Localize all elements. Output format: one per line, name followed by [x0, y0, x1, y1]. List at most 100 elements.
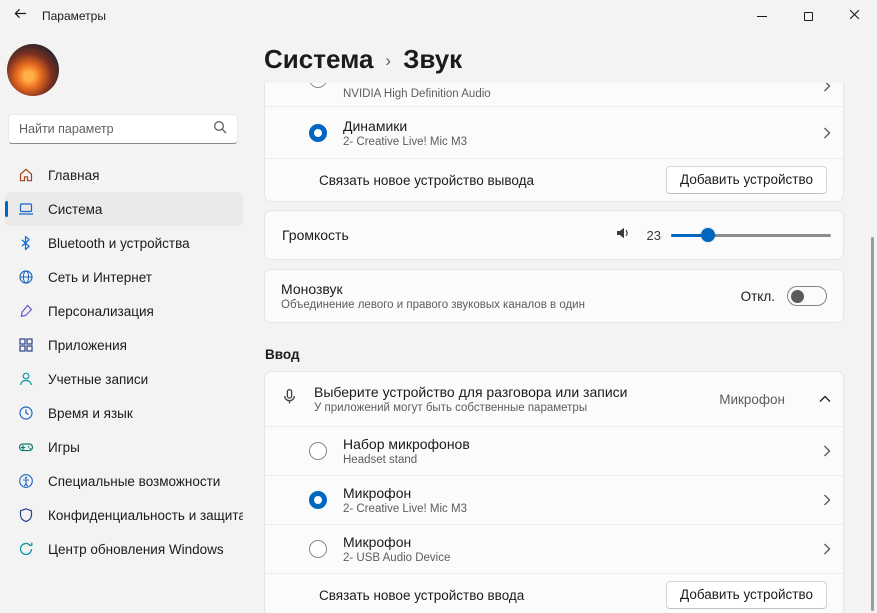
accounts-icon	[17, 371, 34, 388]
sidebar-item-label: Персонализация	[48, 304, 154, 319]
page-title: Звук	[403, 44, 462, 75]
sidebar-item-gaming[interactable]: Игры	[5, 430, 243, 464]
sidebar-nav: Главная Система Bluetooth и устройства С…	[0, 158, 248, 566]
sidebar-item-bluetooth[interactable]: Bluetooth и устройства	[5, 226, 243, 260]
mono-audio-row: Монозвук Объединение левого и правого зв…	[265, 270, 843, 322]
vertical-scrollbar-thumb[interactable]	[871, 237, 874, 611]
radio-button[interactable]	[309, 491, 327, 509]
bluetooth-icon	[17, 235, 34, 252]
output-device-row-partial[interactable]: NVIDIA High Definition Audio	[265, 83, 843, 106]
pair-input-device-row: Связать новое устройство ввода Добавить …	[265, 573, 843, 613]
volume-slider[interactable]	[671, 226, 831, 244]
sidebar-item-label: Система	[48, 202, 102, 217]
chevron-right-icon[interactable]	[823, 543, 831, 555]
radio-button[interactable]	[309, 540, 327, 558]
volume-slider-thumb[interactable]	[701, 228, 715, 242]
sidebar-item-label: Учетные записи	[48, 372, 148, 387]
chevron-up-icon[interactable]	[819, 395, 831, 403]
maximize-icon	[804, 12, 813, 21]
pair-output-label: Связать новое устройство вывода	[319, 173, 666, 188]
pair-input-label: Связать новое устройство ввода	[319, 588, 666, 603]
personalization-icon	[17, 303, 34, 320]
chevron-right-icon[interactable]	[823, 83, 831, 92]
input-device-row-creative-mic[interactable]: Микрофон 2- Creative Live! Mic M3	[265, 475, 843, 524]
toggle-state-label: Откл.	[741, 289, 775, 304]
settings-content: NVIDIA High Definition Audio Динамики 2-…	[264, 83, 844, 613]
maximize-button[interactable]	[785, 0, 831, 32]
radio-button[interactable]	[309, 83, 327, 88]
sidebar-item-personalization[interactable]: Персонализация	[5, 294, 243, 328]
input-chooser-title: Выберите устройство для разговора или за…	[314, 384, 703, 400]
breadcrumb-separator-icon: ›	[385, 48, 391, 71]
chevron-right-icon[interactable]	[823, 445, 831, 457]
sidebar-item-label: Сеть и Интернет	[48, 270, 152, 285]
windows-update-icon	[17, 541, 34, 558]
back-button[interactable]	[0, 0, 40, 32]
speaker-icon[interactable]	[615, 225, 631, 246]
device-subtitle: Headset stand	[343, 454, 807, 466]
sidebar-item-accessibility[interactable]: Специальные возможности	[5, 464, 243, 498]
chevron-right-icon[interactable]	[823, 127, 831, 139]
search-input[interactable]	[19, 122, 213, 136]
input-device-row-headset[interactable]: Набор микрофонов Headset stand	[265, 426, 843, 475]
input-device-row-usb-mic[interactable]: Микрофон 2- USB Audio Device	[265, 524, 843, 573]
device-subtitle: NVIDIA High Definition Audio	[343, 88, 807, 100]
sidebar-item-label: Конфиденциальность и защита	[48, 508, 243, 523]
titlebar: Параметры	[0, 0, 877, 32]
volume-label: Громкость	[282, 227, 615, 243]
sidebar-item-home[interactable]: Главная	[5, 158, 243, 192]
network-icon	[17, 269, 34, 286]
input-selected-value: Микрофон	[719, 392, 785, 407]
minimize-button[interactable]	[739, 0, 785, 32]
sidebar-item-time-language[interactable]: Время и язык	[5, 396, 243, 430]
pair-output-device-row: Связать новое устройство вывода Добавить…	[265, 158, 843, 201]
mono-subtitle: Объединение левого и правого звуковых ка…	[281, 299, 741, 311]
sidebar-item-label: Время и язык	[48, 406, 133, 421]
volume-row: Громкость 23	[265, 211, 843, 259]
device-title: Микрофон	[343, 485, 807, 501]
add-output-device-button[interactable]: Добавить устройство	[666, 166, 827, 194]
search-box[interactable]	[8, 114, 238, 144]
sidebar-item-accounts[interactable]: Учетные записи	[5, 362, 243, 396]
sidebar-item-apps[interactable]: Приложения	[5, 328, 243, 362]
system-icon	[17, 201, 34, 218]
toggle-knob	[791, 290, 804, 303]
add-input-device-button[interactable]: Добавить устройство	[666, 581, 827, 609]
radio-button[interactable]	[309, 442, 327, 460]
search-icon	[213, 120, 227, 139]
device-title: Микрофон	[343, 534, 807, 550]
radio-button[interactable]	[309, 124, 327, 142]
microphone-icon	[281, 388, 298, 410]
gaming-icon	[17, 439, 34, 456]
chevron-right-icon[interactable]	[823, 494, 831, 506]
accessibility-icon	[17, 473, 34, 490]
device-subtitle: 2- Creative Live! Mic M3	[343, 136, 807, 148]
sidebar-item-label: Bluetooth и устройства	[48, 236, 190, 251]
close-button[interactable]	[831, 0, 877, 32]
sidebar-item-privacy[interactable]: Конфиденциальность и защита	[5, 498, 243, 532]
sidebar-item-label: Приложения	[48, 338, 127, 353]
privacy-icon	[17, 507, 34, 524]
sidebar-item-windows-update[interactable]: Центр обновления Windows	[5, 532, 243, 566]
device-title: Набор микрофонов	[343, 436, 807, 452]
input-chooser-subtitle: У приложений могут быть собственные пара…	[314, 402, 703, 414]
user-avatar	[7, 44, 59, 96]
output-device-row-speakers[interactable]: Динамики 2- Creative Live! Mic M3	[265, 106, 843, 158]
volume-card: Громкость 23	[264, 210, 844, 260]
sidebar-item-label: Игры	[48, 440, 80, 455]
apps-icon	[17, 337, 34, 354]
mono-toggle[interactable]	[787, 286, 827, 306]
device-subtitle: 2- USB Audio Device	[343, 552, 807, 564]
output-devices-card: NVIDIA High Definition Audio Динамики 2-…	[264, 83, 844, 202]
input-chooser-row[interactable]: Выберите устройство для разговора или за…	[265, 372, 843, 426]
selected-indicator	[5, 201, 8, 217]
sidebar-item-label: Специальные возможности	[48, 474, 220, 489]
sidebar: Главная Система Bluetooth и устройства С…	[0, 32, 248, 613]
home-icon	[17, 167, 34, 184]
breadcrumb-section[interactable]: Система	[264, 44, 373, 75]
mono-title: Монозвук	[281, 281, 741, 297]
app-title: Параметры	[42, 9, 106, 23]
mono-audio-card: Монозвук Объединение левого и правого зв…	[264, 269, 844, 323]
sidebar-item-network[interactable]: Сеть и Интернет	[5, 260, 243, 294]
sidebar-item-system[interactable]: Система	[5, 192, 243, 226]
